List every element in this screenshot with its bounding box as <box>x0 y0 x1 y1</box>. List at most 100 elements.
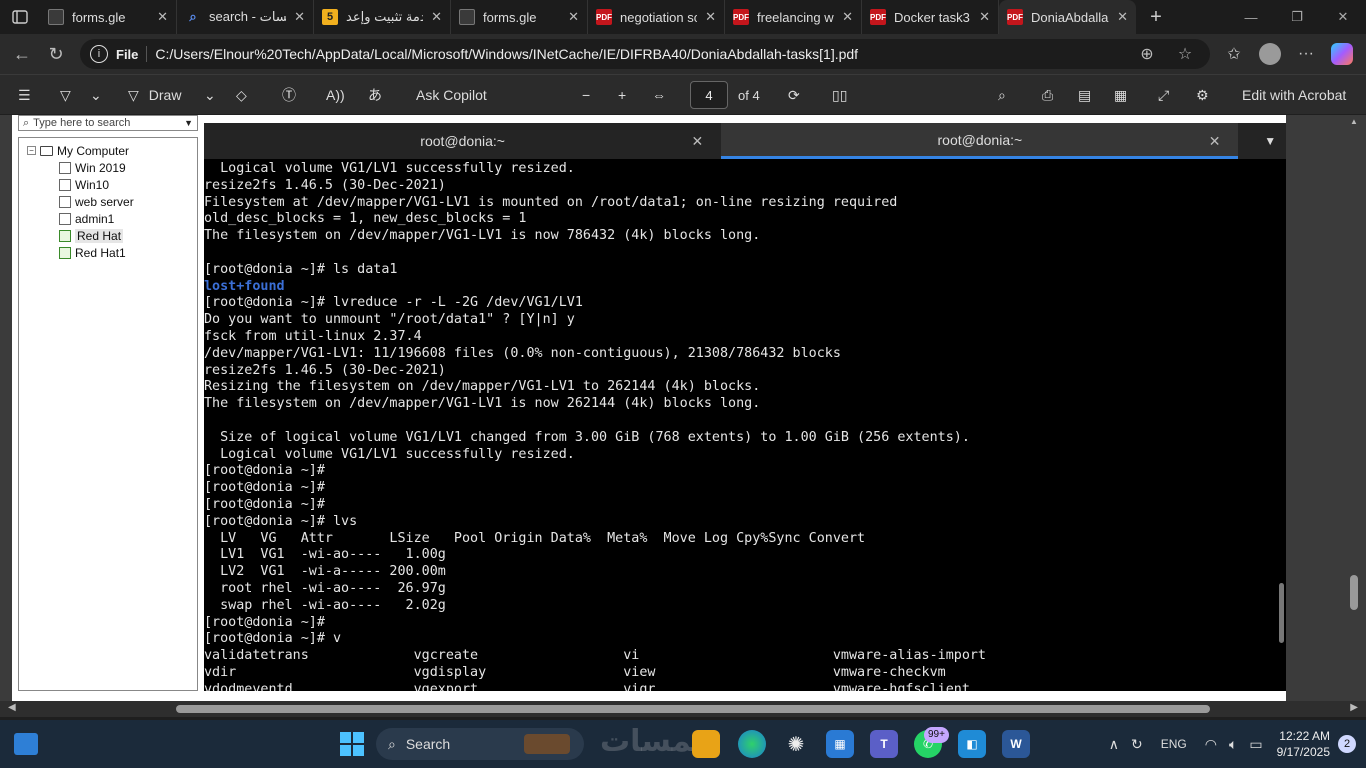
save-button[interactable]: ▤ <box>1070 75 1099 115</box>
language-indicator[interactable]: ENG <box>1149 737 1199 751</box>
page-view-button[interactable]: ▯▯ <box>824 75 855 115</box>
terminal-scrollbar[interactable] <box>1279 583 1284 643</box>
vm-item[interactable]: web server <box>19 193 197 210</box>
zoom-in-button[interactable]: + <box>610 75 634 115</box>
store-icon[interactable]: ▦ <box>826 730 854 758</box>
close-icon[interactable]: ✕ <box>705 9 716 25</box>
vertical-scrollbar[interactable]: ▲ <box>1348 115 1360 701</box>
save-as-button[interactable]: ▦ <box>1106 75 1135 115</box>
zoom-icon[interactable]: ⊕ <box>1132 44 1162 64</box>
chevron-up-icon[interactable]: ∧ <box>1103 736 1125 753</box>
wifi-icon[interactable]: ◠ <box>1199 736 1223 753</box>
taskbar-search[interactable]: ⌕ Search <box>376 728 584 760</box>
restore-button[interactable]: ❐ <box>1274 0 1320 34</box>
ask-copilot-button[interactable]: Ask Copilot <box>408 75 495 115</box>
start-button[interactable] <box>340 732 364 756</box>
close-icon[interactable]: ✕ <box>1209 133 1221 150</box>
word-icon[interactable]: W <box>1002 730 1030 758</box>
draw-dropdown[interactable]: ⌄ <box>196 75 224 115</box>
draw-button[interactable]: ▽ Draw <box>120 75 189 115</box>
collapse-icon[interactable]: − <box>27 146 36 155</box>
url-text[interactable]: C:/Users/Elnour%20Tech/AppData/Local/Mic… <box>155 46 1124 62</box>
scroll-right-icon[interactable]: ▶ <box>1350 702 1358 713</box>
clock[interactable]: 12:22 AM 9/17/2025 <box>1269 728 1338 760</box>
close-icon[interactable]: ✕ <box>568 9 579 25</box>
vm-item[interactable]: Red Hat1 <box>19 244 197 261</box>
notification-badge[interactable]: 2 <box>1338 735 1356 753</box>
address-field[interactable]: i File C:/Users/Elnour%20Tech/AppData/Lo… <box>80 39 1210 69</box>
zoom-out-button[interactable]: − <box>574 75 598 115</box>
close-icon[interactable]: ✕ <box>431 9 442 25</box>
chevron-down-icon[interactable]: ▼ <box>184 118 193 128</box>
browser-tab[interactable]: ⌕ search - خمسات ✕ <box>177 0 314 34</box>
edit-with-acrobat-button[interactable]: Edit with Acrobat <box>1234 75 1354 115</box>
vm-item[interactable]: Red Hat <box>19 227 197 244</box>
search-document-button[interactable]: ⌕ <box>990 75 1014 115</box>
read-aloud-button[interactable]: A)) <box>318 75 353 115</box>
terminal-output[interactable]: Logical volume VG1/LV1 successfully resi… <box>204 161 1272 691</box>
pdf-viewport[interactable]: ⌕ Type here to search ▼ − My Computer Wi… <box>0 115 1366 701</box>
browser-tab[interactable]: PDF DoniaAbdallah ✕ <box>999 0 1136 34</box>
close-icon[interactable]: ✕ <box>157 9 168 25</box>
favorite-star-icon[interactable]: ☆ <box>1170 44 1200 64</box>
tree-root[interactable]: − My Computer <box>19 142 197 159</box>
copilot-button[interactable] <box>1326 38 1358 70</box>
close-icon[interactable]: ✕ <box>979 9 990 25</box>
info-icon[interactable]: i <box>90 45 108 63</box>
library-search-input[interactable]: ⌕ Type here to search ▼ <box>18 115 198 131</box>
back-button[interactable]: ← <box>4 36 40 72</box>
close-icon[interactable]: ✕ <box>692 133 704 150</box>
vm-item[interactable]: Win 2019 <box>19 159 197 176</box>
browser-tab[interactable]: PDF Docker task3.p ✕ <box>862 0 999 34</box>
tab-actions-button[interactable] <box>0 0 40 34</box>
scroll-left-icon[interactable]: ◀ <box>8 702 16 713</box>
volume-icon[interactable]: 🔈︎ <box>1223 736 1243 753</box>
vmware-icon[interactable]: ◧ <box>958 730 986 758</box>
favorites-icon[interactable]: ✩ <box>1218 38 1250 70</box>
browser-tab[interactable]: 5 خدمة تثبيت وإعد ✕ <box>314 0 451 34</box>
close-icon[interactable]: ✕ <box>842 9 853 25</box>
highlight-button[interactable]: ▽ <box>52 75 79 115</box>
fit-page-button[interactable]: ⇔ <box>644 75 674 115</box>
vm-item[interactable]: Win10 <box>19 176 197 193</box>
browser-tab[interactable]: forms.gle ✕ <box>40 0 177 34</box>
close-window-button[interactable]: ✕ <box>1320 0 1366 34</box>
highlight-dropdown[interactable]: ⌄ <box>82 75 110 115</box>
add-text-button[interactable]: Ⓣ <box>274 75 304 115</box>
new-tab-button[interactable]: + <box>1136 6 1176 29</box>
horizontal-scrollbar[interactable]: ◀ ▶ <box>0 701 1366 717</box>
refresh-button[interactable]: ↻ <box>38 36 74 72</box>
eraser-button[interactable]: ◇ <box>228 75 255 115</box>
edge-browser-icon[interactable] <box>738 730 766 758</box>
chatgpt-icon[interactable]: ✺ <box>782 730 810 758</box>
terminal-tab-1[interactable]: root@donia:~ ✕ <box>204 123 721 159</box>
vpn-icon[interactable]: ↻ <box>1125 736 1149 753</box>
print-button[interactable]: ⎙ <box>1034 75 1061 115</box>
translate-button[interactable]: あ <box>360 75 390 115</box>
settings-button[interactable]: ⚙ <box>1188 75 1217 115</box>
scroll-up-icon[interactable]: ▲ <box>1350 117 1358 126</box>
open-in-window-button[interactable]: ⤢ <box>1150 75 1177 115</box>
terminal-tabs-menu[interactable]: ▼ <box>1254 123 1286 159</box>
file-explorer-icon[interactable] <box>692 730 720 758</box>
more-options-icon[interactable]: ··· <box>1290 38 1322 70</box>
close-icon[interactable]: ✕ <box>294 9 305 25</box>
minimize-button[interactable]: — <box>1228 0 1274 34</box>
battery-icon[interactable]: ▭ <box>1243 736 1268 753</box>
close-icon[interactable]: ✕ <box>1117 9 1128 25</box>
horizontal-scroll-thumb[interactable] <box>176 705 1210 713</box>
terminal-tab-2[interactable]: root@donia:~ ✕ <box>721 123 1239 159</box>
vm-item[interactable]: admin1 <box>19 210 197 227</box>
page-number-input[interactable]: 4 <box>690 81 728 109</box>
teams-icon[interactable]: T <box>870 730 898 758</box>
widgets-button[interactable] <box>14 733 38 755</box>
browser-tab[interactable]: PDF negotiation sc ✕ <box>588 0 725 34</box>
rotate-button[interactable]: ⟳ <box>780 75 808 115</box>
contents-button[interactable]: ☰ <box>10 75 39 115</box>
terminal-line: root rhel -wi-ao---- 26.97g <box>204 580 446 596</box>
browser-tab[interactable]: forms.gle ✕ <box>451 0 588 34</box>
terminal-line: Do you want to unmount "/root/data1" ? [… <box>204 312 575 328</box>
profile-button[interactable] <box>1254 38 1286 70</box>
vertical-scroll-thumb[interactable] <box>1350 575 1358 610</box>
browser-tab[interactable]: PDF freelancing we ✕ <box>725 0 862 34</box>
